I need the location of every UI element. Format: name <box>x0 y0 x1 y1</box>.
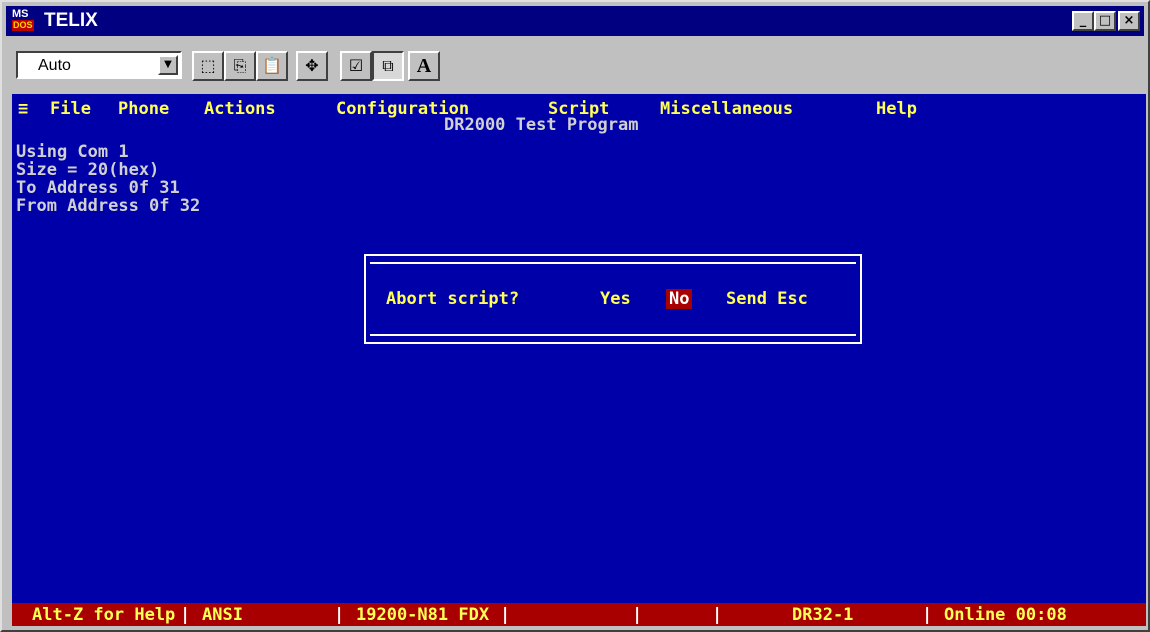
status-separator: | <box>334 605 345 625</box>
send-esc-option[interactable]: Send Esc <box>726 289 808 309</box>
system-menu[interactable]: ≡ <box>18 99 28 119</box>
dialog-prompt: Abort script? <box>386 289 520 309</box>
status-online-timer: Online 00:08 <box>944 605 1067 625</box>
yes-option[interactable]: Yes <box>600 289 631 309</box>
no-option[interactable]: No <box>666 289 693 309</box>
maximize-button[interactable]: □ <box>1094 11 1116 31</box>
font-size-value: Auto <box>38 57 71 74</box>
minimize-button[interactable]: _ <box>1072 11 1094 31</box>
title-bar[interactable]: MS DOS TELIX _ □ × <box>6 6 1144 36</box>
font-button[interactable]: A <box>408 51 440 81</box>
properties-button[interactable]: ☑ <box>340 51 372 81</box>
icon-ms-text: MS <box>12 8 29 20</box>
status-help: Alt-Z for Help <box>32 605 176 625</box>
status-separator: | <box>180 605 191 625</box>
menu-miscellaneous[interactable]: Miscellaneous <box>660 99 793 119</box>
status-script-name: DR32-1 <box>792 605 854 625</box>
menu-phone[interactable]: Phone <box>118 99 169 119</box>
status-separator: | <box>500 605 511 625</box>
output-line: Using Com 1 <box>16 142 129 162</box>
background-button[interactable]: ⧉ <box>372 51 404 81</box>
status-emulation: ANSI <box>202 605 243 625</box>
msdos-app-icon[interactable]: MS DOS <box>12 9 38 33</box>
toolbar: Auto ▼ ⬚ ⎘ 📋 ✥ ☑ ⧉ A <box>6 38 1144 88</box>
window-title: TELIX <box>44 10 98 31</box>
output-line: From Address 0f 32 <box>16 196 201 216</box>
icon-dos-text: DOS <box>12 20 34 31</box>
telix-window: MS DOS TELIX _ □ × Auto ▼ ⬚ ⎘ 📋 ✥ ☑ ⧉ A … <box>0 0 1150 632</box>
mark-button[interactable]: ⬚ <box>192 51 224 81</box>
screen-title: DR2000 Test Program <box>444 115 639 135</box>
status-separator: | <box>922 605 933 625</box>
font-size-combo[interactable]: Auto ▼ <box>16 51 182 79</box>
menu-file[interactable]: File <box>50 99 91 119</box>
status-separator: | <box>712 605 723 625</box>
menu-help[interactable]: Help <box>876 99 917 119</box>
output-line: To Address 0f 31 <box>16 178 180 198</box>
close-button[interactable]: × <box>1118 11 1140 31</box>
terminal-screen[interactable]: ≡ File Phone Actions Configuration Scrip… <box>12 94 1146 626</box>
status-line-settings: 19200-N81 FDX <box>356 605 490 625</box>
fullscreen-button[interactable]: ✥ <box>296 51 328 81</box>
paste-button[interactable]: 📋 <box>256 51 288 81</box>
chevron-down-icon[interactable]: ▼ <box>158 55 178 75</box>
menu-actions[interactable]: Actions <box>204 99 276 119</box>
status-bar: Alt-Z for Help | ANSI | 19200-N81 FDX | … <box>12 603 1146 626</box>
output-line: Size = 20(hex) <box>16 160 160 180</box>
copy-button[interactable]: ⎘ <box>224 51 256 81</box>
status-separator: | <box>632 605 643 625</box>
abort-script-dialog: Abort script? Yes No Send Esc <box>364 254 862 344</box>
